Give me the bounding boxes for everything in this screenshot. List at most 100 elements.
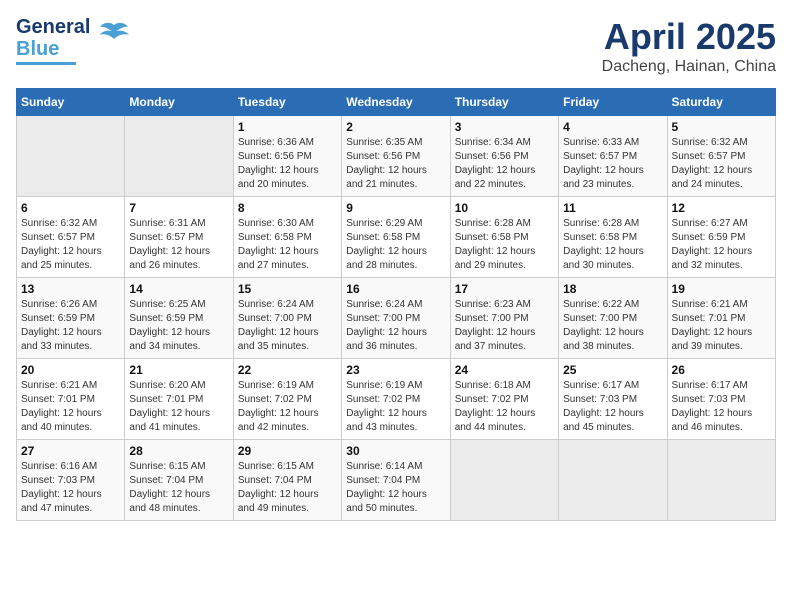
calendar-cell: 26Sunrise: 6:17 AMSunset: 7:03 PMDayligh… (667, 359, 775, 440)
calendar-cell: 1 Sunrise: 6:36 AMSunset: 6:56 PMDaylight… (233, 116, 341, 197)
calendar-cell: 21 Sunrise: 6:20 AMSunset: 7:01 PMDayligh… (125, 359, 233, 440)
page-header: General Blue April 2025 Dacheng, Hainan,… (16, 16, 776, 76)
calendar-cell: 23 Sunrise: 6:19 AMSunset: 7:02 PMDayligh… (342, 359, 450, 440)
day-number: 23 (346, 363, 445, 377)
calendar-cell (125, 116, 233, 197)
calendar-cell: 10 Sunrise: 6:28 AMSunset: 6:58 PMDayligh… (450, 197, 558, 278)
day-info: Sunrise: 6:19 AMSunset: 7:02 PMDaylight:… (238, 379, 337, 435)
calendar-title: April 2025 (602, 16, 776, 58)
day-number: 20 (21, 363, 120, 377)
calendar-cell: 16 Sunrise: 6:24 AMSunset: 7:00 PMDayligh… (342, 278, 450, 359)
day-info: Sunrise: 6:17 AMSunset: 7:03 PMDaylight:… (563, 379, 662, 435)
calendar-cell: 2Sunrise: 6:35 AMSunset: 6:56 PMDaylight… (342, 116, 450, 197)
weekday-header-saturday: Saturday (667, 89, 775, 116)
logo-divider (16, 62, 76, 65)
day-info: Sunrise: 6:29 AMSunset: 6:58 PMDaylight:… (346, 217, 445, 273)
day-info: Sunrise: 6:28 AMSunset: 6:58 PMDaylight:… (455, 217, 554, 273)
day-info: Sunrise: 6:15 AMSunset: 7:04 PMDaylight:… (238, 460, 337, 516)
day-number: 11 (563, 201, 662, 215)
day-info: Sunrise: 6:24 AMSunset: 7:00 PMDaylight:… (238, 298, 337, 354)
day-number: 3 (455, 120, 554, 134)
calendar-week-2: 6Sunrise: 6:32 AMSunset: 6:57 PMDaylight… (17, 197, 776, 278)
logo-line1: General (16, 16, 90, 38)
weekday-header-sunday: Sunday (17, 89, 125, 116)
day-number: 4 (563, 120, 662, 134)
calendar-cell: 25Sunrise: 6:17 AMSunset: 7:03 PMDayligh… (559, 359, 667, 440)
day-info: Sunrise: 6:14 AMSunset: 7:04 PMDaylight:… (346, 460, 445, 516)
day-number: 22 (238, 363, 337, 377)
day-number: 17 (455, 282, 554, 296)
weekday-header-tuesday: Tuesday (233, 89, 341, 116)
day-number: 7 (129, 201, 228, 215)
day-number: 27 (21, 444, 120, 458)
calendar-cell: 27Sunrise: 6:16 AMSunset: 7:03 PMDayligh… (17, 440, 125, 521)
calendar-cell: 3 Sunrise: 6:34 AMSunset: 6:56 PMDaylight… (450, 116, 558, 197)
calendar-cell (667, 440, 775, 521)
calendar-cell: 22 Sunrise: 6:19 AMSunset: 7:02 PMDayligh… (233, 359, 341, 440)
weekday-header-wednesday: Wednesday (342, 89, 450, 116)
calendar-cell: 7 Sunrise: 6:31 AMSunset: 6:57 PMDaylight… (125, 197, 233, 278)
day-info: Sunrise: 6:23 AMSunset: 7:00 PMDaylight:… (455, 298, 554, 354)
calendar-cell: 13 Sunrise: 6:26 AMSunset: 6:59 PMDayligh… (17, 278, 125, 359)
calendar-cell: 15 Sunrise: 6:24 AMSunset: 7:00 PMDayligh… (233, 278, 341, 359)
day-number: 15 (238, 282, 337, 296)
day-info: Sunrise: 6:32 AMSunset: 6:57 PMDaylight:… (672, 136, 771, 192)
day-info: Sunrise: 6:36 AMSunset: 6:56 PMDaylight:… (238, 136, 337, 192)
day-info: Sunrise: 6:26 AMSunset: 6:59 PMDaylight:… (21, 298, 120, 354)
day-number: 2 (346, 120, 445, 134)
day-info: Sunrise: 6:22 AMSunset: 7:00 PMDaylight:… (563, 298, 662, 354)
calendar-week-4: 20 Sunrise: 6:21 AMSunset: 7:01 PMDayligh… (17, 359, 776, 440)
calendar-subtitle: Dacheng, Hainan, China (602, 58, 776, 76)
day-info: Sunrise: 6:32 AMSunset: 6:57 PMDaylight:… (21, 217, 120, 273)
calendar-week-3: 13 Sunrise: 6:26 AMSunset: 6:59 PMDayligh… (17, 278, 776, 359)
day-number: 18 (563, 282, 662, 296)
day-info: Sunrise: 6:27 AMSunset: 6:59 PMDaylight:… (672, 217, 771, 273)
calendar-cell: 30Sunrise: 6:14 AMSunset: 7:04 PMDayligh… (342, 440, 450, 521)
logo: General Blue (16, 16, 132, 65)
logo-bird-icon (96, 17, 132, 60)
calendar-cell: 28 Sunrise: 6:15 AMSunset: 7:04 PMDayligh… (125, 440, 233, 521)
day-info: Sunrise: 6:18 AMSunset: 7:02 PMDaylight:… (455, 379, 554, 435)
day-number: 10 (455, 201, 554, 215)
day-number: 28 (129, 444, 228, 458)
weekday-header-friday: Friday (559, 89, 667, 116)
day-info: Sunrise: 6:15 AMSunset: 7:04 PMDaylight:… (129, 460, 228, 516)
logo-line2: Blue (16, 38, 90, 60)
day-number: 21 (129, 363, 228, 377)
day-number: 19 (672, 282, 771, 296)
day-number: 12 (672, 201, 771, 215)
calendar-cell: 24 Sunrise: 6:18 AMSunset: 7:02 PMDayligh… (450, 359, 558, 440)
day-number: 9 (346, 201, 445, 215)
day-number: 8 (238, 201, 337, 215)
day-info: Sunrise: 6:19 AMSunset: 7:02 PMDaylight:… (346, 379, 445, 435)
weekday-header-thursday: Thursday (450, 89, 558, 116)
calendar-cell: 17 Sunrise: 6:23 AMSunset: 7:00 PMDayligh… (450, 278, 558, 359)
day-info: Sunrise: 6:31 AMSunset: 6:57 PMDaylight:… (129, 217, 228, 273)
calendar-cell: 29 Sunrise: 6:15 AMSunset: 7:04 PMDayligh… (233, 440, 341, 521)
day-number: 13 (21, 282, 120, 296)
day-number: 26 (672, 363, 771, 377)
calendar-table: SundayMondayTuesdayWednesdayThursdayFrid… (16, 88, 776, 521)
calendar-cell: 5 Sunrise: 6:32 AMSunset: 6:57 PMDaylight… (667, 116, 775, 197)
calendar-cell: 18 Sunrise: 6:22 AMSunset: 7:00 PMDayligh… (559, 278, 667, 359)
day-info: Sunrise: 6:24 AMSunset: 7:00 PMDaylight:… (346, 298, 445, 354)
day-info: Sunrise: 6:30 AMSunset: 6:58 PMDaylight:… (238, 217, 337, 273)
calendar-cell (450, 440, 558, 521)
day-number: 24 (455, 363, 554, 377)
calendar-cell: 19Sunrise: 6:21 AMSunset: 7:01 PMDayligh… (667, 278, 775, 359)
day-info: Sunrise: 6:25 AMSunset: 6:59 PMDaylight:… (129, 298, 228, 354)
day-number: 5 (672, 120, 771, 134)
calendar-week-5: 27Sunrise: 6:16 AMSunset: 7:03 PMDayligh… (17, 440, 776, 521)
calendar-cell (559, 440, 667, 521)
day-number: 16 (346, 282, 445, 296)
title-block: April 2025 Dacheng, Hainan, China (602, 16, 776, 76)
day-number: 1 (238, 120, 337, 134)
day-info: Sunrise: 6:21 AMSunset: 7:01 PMDaylight:… (21, 379, 120, 435)
calendar-cell: 4Sunrise: 6:33 AMSunset: 6:57 PMDaylight… (559, 116, 667, 197)
day-info: Sunrise: 6:20 AMSunset: 7:01 PMDaylight:… (129, 379, 228, 435)
calendar-cell: 14Sunrise: 6:25 AMSunset: 6:59 PMDayligh… (125, 278, 233, 359)
header-row: SundayMondayTuesdayWednesdayThursdayFrid… (17, 89, 776, 116)
calendar-week-1: 1 Sunrise: 6:36 AMSunset: 6:56 PMDaylight… (17, 116, 776, 197)
day-number: 29 (238, 444, 337, 458)
day-info: Sunrise: 6:34 AMSunset: 6:56 PMDaylight:… (455, 136, 554, 192)
